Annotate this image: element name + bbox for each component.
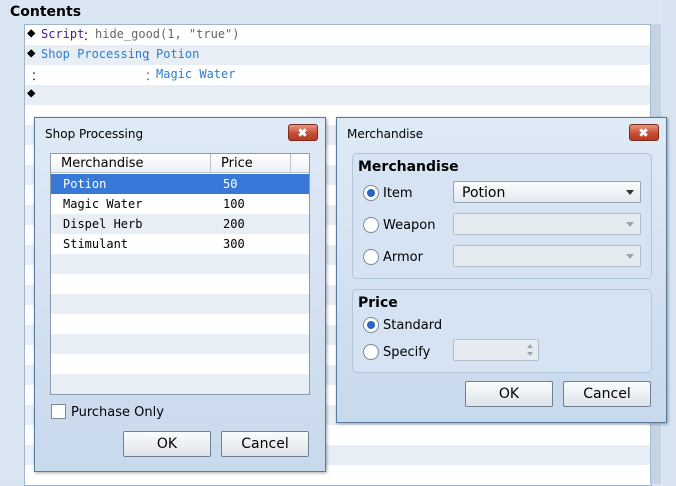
command-row[interactable]: ◆ — [25, 85, 651, 105]
dialog-title: Shop Processing — [45, 127, 144, 141]
ok-button[interactable]: OK — [123, 431, 211, 457]
item-select-value: Potion — [462, 185, 506, 201]
spinner-down-icon[interactable] — [527, 352, 533, 356]
contents-title: Contents — [10, 4, 82, 20]
command-name: Script — [41, 27, 85, 41]
command-row[interactable]: ： ： Magic Water — [25, 65, 651, 85]
specify-label: Specify — [383, 345, 431, 360]
row-price: 50 — [223, 177, 238, 191]
cancel-button[interactable]: Cancel — [221, 431, 309, 457]
item-select[interactable]: Potion — [453, 181, 641, 203]
list-row[interactable]: Stimulant 300 — [51, 234, 309, 254]
item-radio[interactable] — [363, 185, 379, 201]
standard-radio[interactable] — [363, 317, 379, 333]
command-marker: ◆ — [27, 45, 36, 61]
list-row[interactable]: Dispel Herb 200 — [51, 214, 309, 234]
row-item: Stimulant — [63, 237, 129, 251]
specify-radio[interactable] — [363, 344, 379, 360]
chevron-down-icon — [626, 254, 634, 259]
merchandise-list[interactable]: Merchandise Price Potion 50 Magic Water … — [50, 153, 310, 395]
command-name: Shop Processing — [41, 47, 150, 61]
column-header-price[interactable]: Price — [211, 154, 291, 173]
specify-price-spinner[interactable] — [453, 339, 539, 361]
purchase-only-checkbox[interactable] — [51, 404, 66, 419]
close-icon[interactable] — [629, 124, 659, 141]
command-separator: ： — [83, 29, 96, 43]
empty-row — [51, 374, 309, 394]
empty-row — [51, 274, 309, 294]
weapon-select[interactable] — [453, 213, 641, 235]
chevron-down-icon — [626, 222, 634, 227]
row-item: Dispel Herb — [63, 217, 143, 231]
purchase-only-label: Purchase Only — [71, 405, 164, 420]
cancel-button[interactable]: Cancel — [563, 381, 651, 407]
price-group: Price Standard Specify — [352, 289, 652, 373]
chevron-down-icon — [626, 190, 634, 195]
list-row[interactable]: Magic Water 100 — [51, 194, 309, 214]
weapon-radio[interactable] — [363, 217, 379, 233]
merchandise-group: Merchandise Item Potion Weapon Armor — [352, 153, 652, 279]
command-marker: ◆ — [27, 25, 36, 41]
row-price: 200 — [223, 217, 245, 231]
list-row[interactable]: Potion 50 — [51, 174, 309, 194]
row-item: Magic Water — [63, 197, 143, 211]
column-header-filler — [291, 154, 309, 173]
command-args: Potion — [156, 47, 200, 61]
command-marker: ： — [31, 69, 44, 83]
armor-label: Armor — [383, 250, 423, 265]
command-marker: ◆ — [27, 85, 36, 101]
shop-processing-dialog: Shop Processing Merchandise Price Potion… — [34, 117, 326, 472]
empty-row — [51, 354, 309, 374]
close-icon[interactable] — [288, 124, 318, 141]
dialog-title: Merchandise — [347, 127, 424, 141]
column-header-merchandise[interactable]: Merchandise — [51, 154, 211, 173]
empty-row — [51, 314, 309, 334]
command-row[interactable]: ◆ Shop Processing ： Potion — [25, 45, 651, 65]
row-price: 100 — [223, 197, 245, 211]
item-label: Item — [383, 186, 413, 201]
standard-label: Standard — [383, 318, 443, 333]
empty-row — [51, 254, 309, 274]
empty-row — [51, 294, 309, 314]
ok-button[interactable]: OK — [465, 381, 553, 407]
row-price: 300 — [223, 237, 245, 251]
weapon-label: Weapon — [383, 218, 436, 233]
command-args: Magic Water — [156, 67, 236, 81]
command-row[interactable]: ◆ Script ： hide_good(1, "true") — [25, 25, 651, 45]
group-title: Price — [358, 295, 398, 311]
empty-row — [51, 334, 309, 354]
command-args: hide_good(1, "true") — [95, 27, 240, 41]
armor-radio[interactable] — [363, 249, 379, 265]
row-item: Potion — [63, 177, 107, 191]
group-title: Merchandise — [358, 159, 459, 175]
armor-select[interactable] — [453, 245, 641, 267]
spinner-up-icon[interactable] — [527, 344, 533, 348]
merchandise-dialog: Merchandise Merchandise Item Potion Weap… — [336, 117, 667, 423]
